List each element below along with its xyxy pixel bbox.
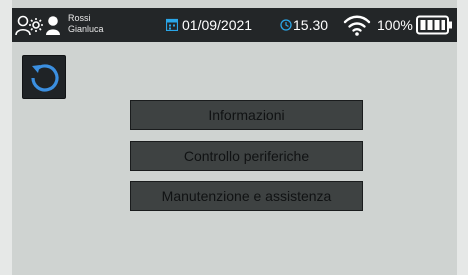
manutenzione-assistenza-button[interactable]: Manutenzione e assistenza [130,181,363,211]
informazioni-button[interactable]: Informazioni [130,100,363,130]
main-menu: Informazioni Controllo periferiche Manut… [12,0,457,275]
device-screen: Rossi Gianluca 01/09/2021 15.30 100% Inf… [12,0,457,275]
controllo-periferiche-button[interactable]: Controllo periferiche [130,141,363,171]
